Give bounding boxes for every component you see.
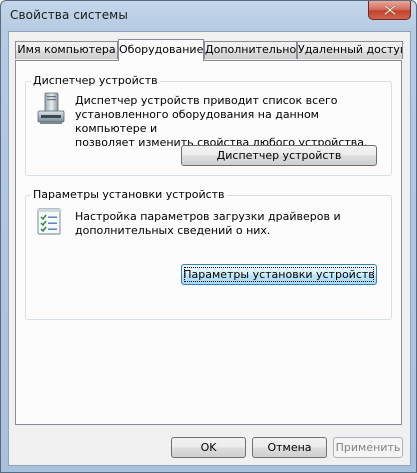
tab-advanced[interactable]: Дополнительно	[204, 41, 297, 59]
tab-remote[interactable]: Удаленный доступ	[297, 41, 403, 59]
device-manager-button-label: Диспетчер устройств	[216, 149, 342, 162]
apply-button[interactable]: Применить	[333, 437, 403, 458]
device-manager-icon	[36, 92, 66, 129]
tab-strip: Имя компьютера Оборудование Дополнительн…	[15, 39, 405, 61]
apply-button-label: Применить	[335, 441, 401, 454]
device-manager-description-line: установленного оборудования на данном ко…	[75, 108, 319, 135]
device-installation-description: Настройка параметров загрузки драйверов …	[75, 210, 341, 238]
ok-button[interactable]: OK	[171, 437, 246, 458]
tab-hardware[interactable]: Оборудование	[118, 39, 204, 61]
ok-button-label: OK	[200, 441, 217, 454]
dialog-body: Имя компьютера Оборудование Дополнительн…	[8, 31, 411, 466]
device-manager-description: Диспетчер устройств приводит список всег…	[75, 94, 391, 150]
tab-computer-name[interactable]: Имя компьютера	[15, 41, 118, 59]
device-installation-settings-button[interactable]: Параметры установки устройств	[181, 264, 377, 285]
device-manager-group: Диспетчер устройств Диспетчер устройств …	[25, 74, 392, 176]
title-bar[interactable]: Свойства системы	[1, 1, 416, 31]
close-icon	[384, 5, 396, 15]
device-installation-group-title: Параметры установки устройств	[31, 188, 227, 201]
cancel-button[interactable]: Отмена	[252, 437, 327, 458]
device-installation-description-line: дополнительных сведений о них.	[75, 224, 271, 237]
device-manager-description-line: Диспетчер устройств приводит список всег…	[75, 94, 338, 107]
cancel-button-label: Отмена	[267, 441, 312, 454]
device-manager-button[interactable]: Диспетчер устройств	[181, 145, 377, 166]
device-manager-group-title: Диспетчер устройств	[31, 74, 160, 87]
device-installation-description-line: Настройка параметров загрузки драйверов …	[75, 210, 341, 223]
checklist-icon	[36, 208, 62, 239]
window-title: Свойства системы	[10, 8, 128, 22]
system-properties-window: Свойства системы Имя компьютера Оборудов…	[0, 0, 417, 473]
device-installation-group: Параметры установки устройств Настройка …	[25, 188, 392, 320]
close-button[interactable]	[368, 1, 411, 20]
hardware-tab-panel: Диспетчер устройств Диспетчер устройств …	[15, 60, 402, 425]
device-installation-settings-button-label: Параметры установки устройств	[183, 268, 375, 281]
